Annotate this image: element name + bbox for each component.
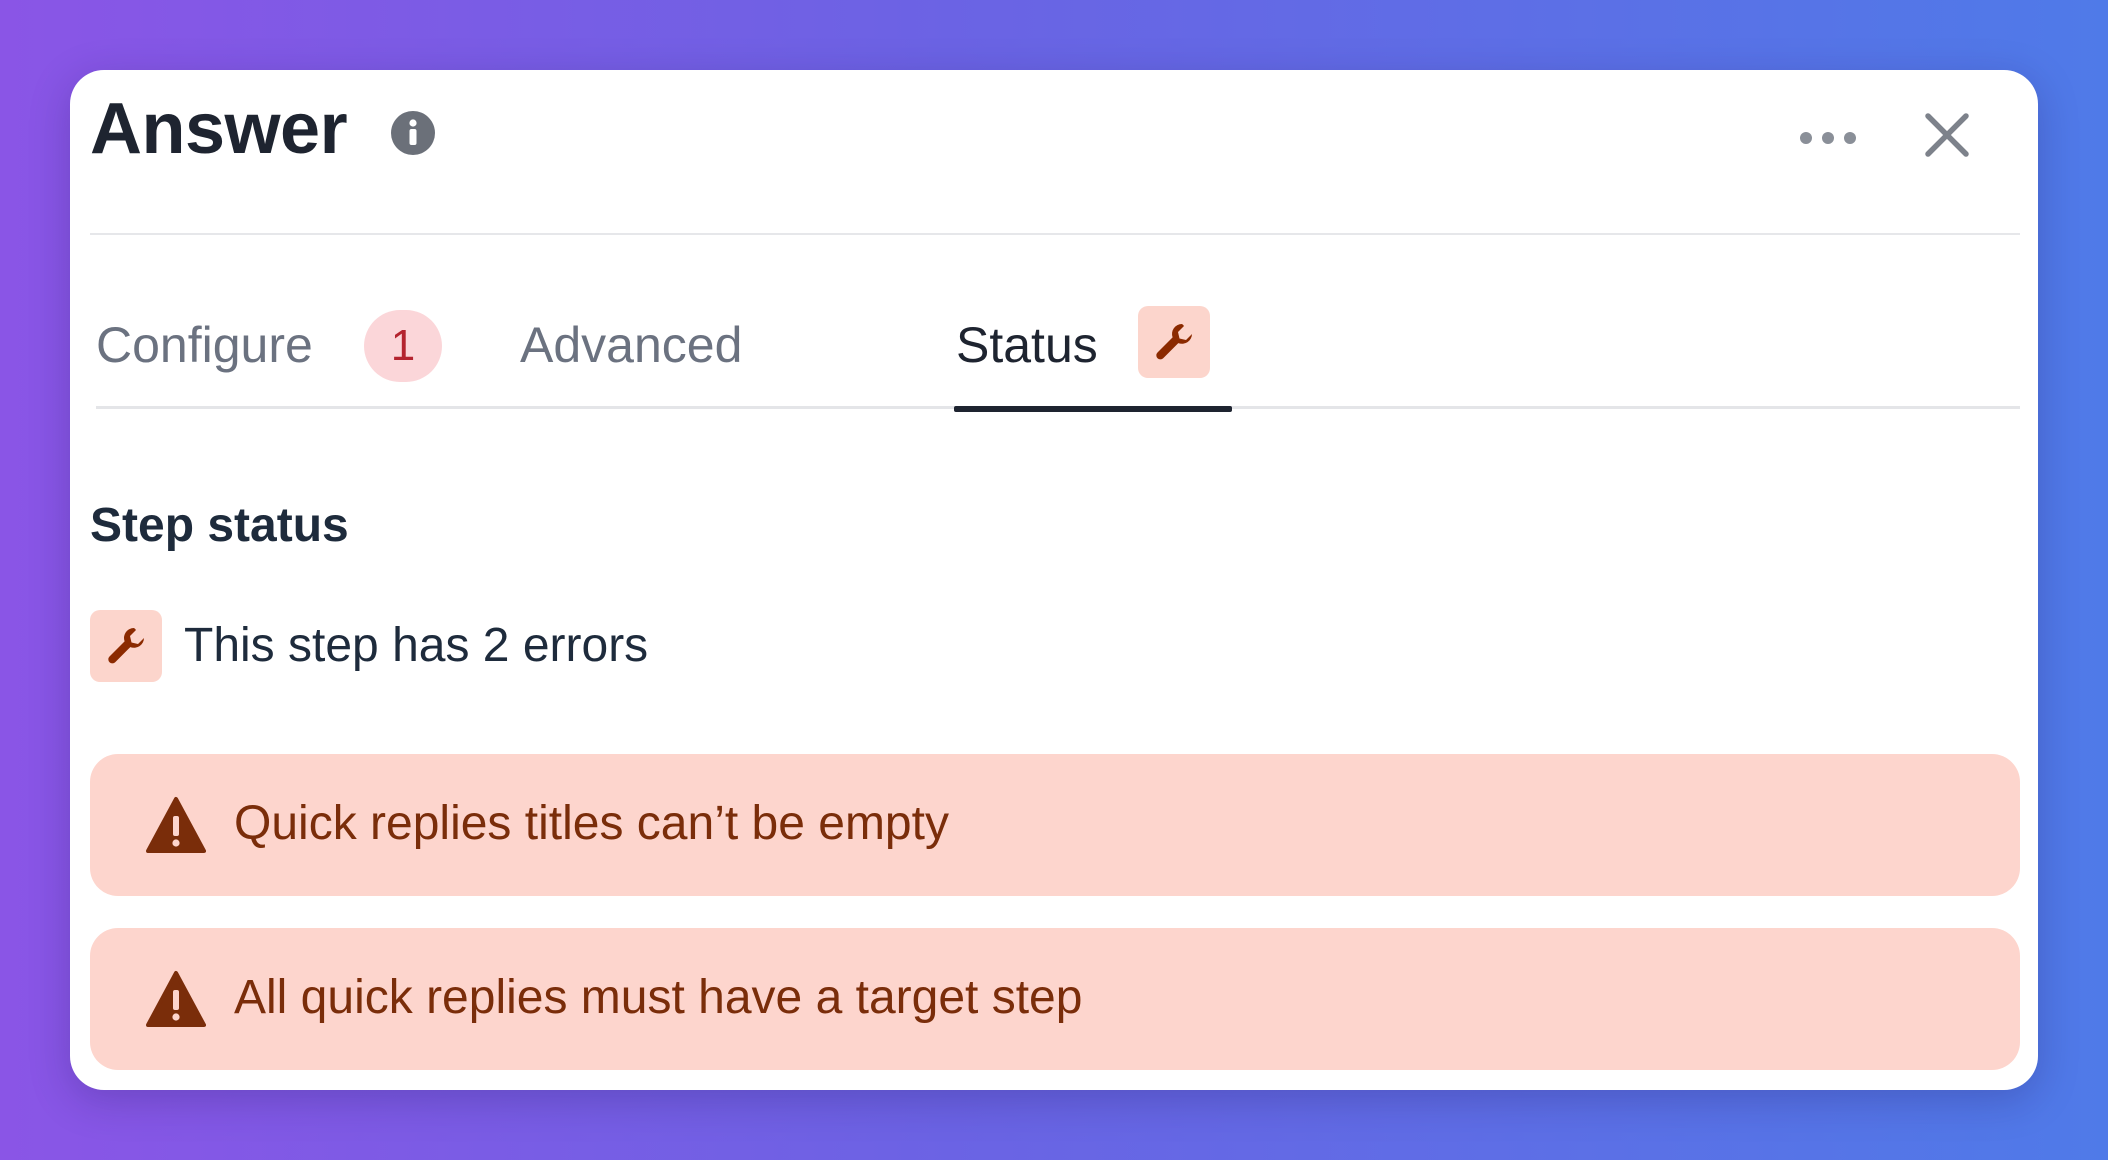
panel-title: Answer	[90, 89, 348, 169]
status-summary-badge	[90, 610, 162, 682]
header-divider	[90, 233, 2020, 235]
tab-advanced-label: Advanced	[520, 317, 743, 373]
more-horizontal-icon	[1800, 132, 1856, 144]
tab-status-label: Status	[956, 317, 1098, 373]
wrench-icon	[1156, 324, 1192, 360]
close-button[interactable]	[1914, 102, 1980, 168]
tab-bar: Configure 1 Advanced Status	[96, 280, 2020, 414]
tab-status[interactable]: Status	[954, 280, 1232, 412]
error-message-text: All quick replies must have a target ste…	[234, 971, 1083, 1024]
more-options-button[interactable]	[1788, 108, 1868, 168]
close-icon	[1925, 113, 1969, 157]
error-count-badge: 1	[364, 310, 442, 382]
active-tab-indicator	[954, 406, 1232, 412]
panel-header: Answer	[90, 78, 2018, 188]
info-icon[interactable]	[390, 110, 436, 156]
tab-advanced[interactable]: Advanced	[520, 280, 780, 410]
wrench-icon	[108, 628, 144, 664]
step-panel: Answer Configure 1 Advanced Status Step …	[70, 70, 2038, 1090]
error-message-text: Quick replies titles can’t be empty	[234, 797, 949, 850]
tab-configure[interactable]: Configure 1	[96, 280, 456, 410]
tab-configure-label: Configure	[96, 317, 313, 373]
status-tab-badge	[1138, 306, 1210, 378]
error-message: All quick replies must have a target ste…	[90, 928, 2020, 1070]
status-summary-text: This step has 2 errors	[184, 619, 649, 672]
error-message: Quick replies titles can’t be empty	[90, 754, 2020, 896]
warning-icon	[146, 971, 206, 1027]
warning-icon	[146, 797, 206, 853]
step-status-heading: Step status	[90, 499, 349, 552]
